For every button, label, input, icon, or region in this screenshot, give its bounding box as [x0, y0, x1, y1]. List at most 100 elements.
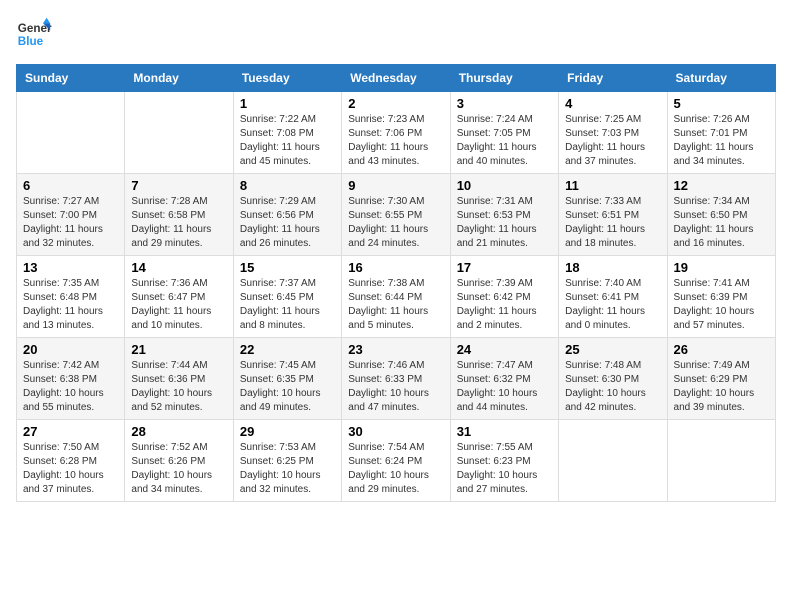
- day-number: 2: [348, 96, 443, 111]
- calendar-cell: 21 Sunrise: 7:44 AMSunset: 6:36 PMDaylig…: [125, 338, 233, 420]
- calendar-cell: 3 Sunrise: 7:24 AMSunset: 7:05 PMDayligh…: [450, 92, 558, 174]
- day-info: Sunrise: 7:47 AMSunset: 6:32 PMDaylight:…: [457, 359, 552, 415]
- day-number: 3: [457, 96, 552, 111]
- calendar-cell: 26 Sunrise: 7:49 AMSunset: 6:29 PMDaylig…: [667, 338, 775, 420]
- day-info: Sunrise: 7:25 AMSunset: 7:03 PMDaylight:…: [565, 113, 660, 169]
- day-info: Sunrise: 7:27 AMSunset: 7:00 PMDaylight:…: [23, 195, 118, 251]
- calendar-cell: [17, 92, 125, 174]
- day-info: Sunrise: 7:53 AMSunset: 6:25 PMDaylight:…: [240, 441, 335, 497]
- day-number: 6: [23, 178, 118, 193]
- day-info: Sunrise: 7:33 AMSunset: 6:51 PMDaylight:…: [565, 195, 660, 251]
- day-info: Sunrise: 7:24 AMSunset: 7:05 PMDaylight:…: [457, 113, 552, 169]
- calendar-cell: 20 Sunrise: 7:42 AMSunset: 6:38 PMDaylig…: [17, 338, 125, 420]
- calendar-table: SundayMondayTuesdayWednesdayThursdayFrid…: [16, 64, 776, 502]
- logo-icon: General Blue: [16, 16, 52, 52]
- calendar-cell: 2 Sunrise: 7:23 AMSunset: 7:06 PMDayligh…: [342, 92, 450, 174]
- day-info: Sunrise: 7:40 AMSunset: 6:41 PMDaylight:…: [565, 277, 660, 333]
- calendar-cell: 23 Sunrise: 7:46 AMSunset: 6:33 PMDaylig…: [342, 338, 450, 420]
- day-number: 5: [674, 96, 769, 111]
- day-info: Sunrise: 7:39 AMSunset: 6:42 PMDaylight:…: [457, 277, 552, 333]
- day-header-sunday: Sunday: [17, 65, 125, 92]
- calendar-cell: 6 Sunrise: 7:27 AMSunset: 7:00 PMDayligh…: [17, 174, 125, 256]
- day-info: Sunrise: 7:52 AMSunset: 6:26 PMDaylight:…: [131, 441, 226, 497]
- calendar-cell: 24 Sunrise: 7:47 AMSunset: 6:32 PMDaylig…: [450, 338, 558, 420]
- day-header-saturday: Saturday: [667, 65, 775, 92]
- day-number: 11: [565, 178, 660, 193]
- day-info: Sunrise: 7:42 AMSunset: 6:38 PMDaylight:…: [23, 359, 118, 415]
- day-number: 1: [240, 96, 335, 111]
- day-info: Sunrise: 7:44 AMSunset: 6:36 PMDaylight:…: [131, 359, 226, 415]
- day-info: Sunrise: 7:46 AMSunset: 6:33 PMDaylight:…: [348, 359, 443, 415]
- days-header-row: SundayMondayTuesdayWednesdayThursdayFrid…: [17, 65, 776, 92]
- calendar-week-2: 6 Sunrise: 7:27 AMSunset: 7:00 PMDayligh…: [17, 174, 776, 256]
- calendar-cell: 16 Sunrise: 7:38 AMSunset: 6:44 PMDaylig…: [342, 256, 450, 338]
- day-number: 16: [348, 260, 443, 275]
- calendar-cell: 19 Sunrise: 7:41 AMSunset: 6:39 PMDaylig…: [667, 256, 775, 338]
- day-number: 24: [457, 342, 552, 357]
- calendar-week-1: 1 Sunrise: 7:22 AMSunset: 7:08 PMDayligh…: [17, 92, 776, 174]
- calendar-cell: 29 Sunrise: 7:53 AMSunset: 6:25 PMDaylig…: [233, 420, 341, 502]
- calendar-cell: 14 Sunrise: 7:36 AMSunset: 6:47 PMDaylig…: [125, 256, 233, 338]
- day-info: Sunrise: 7:55 AMSunset: 6:23 PMDaylight:…: [457, 441, 552, 497]
- logo: General Blue: [16, 16, 52, 52]
- day-info: Sunrise: 7:31 AMSunset: 6:53 PMDaylight:…: [457, 195, 552, 251]
- day-number: 25: [565, 342, 660, 357]
- calendar-cell: [667, 420, 775, 502]
- day-number: 15: [240, 260, 335, 275]
- day-info: Sunrise: 7:45 AMSunset: 6:35 PMDaylight:…: [240, 359, 335, 415]
- calendar-week-5: 27 Sunrise: 7:50 AMSunset: 6:28 PMDaylig…: [17, 420, 776, 502]
- day-number: 30: [348, 424, 443, 439]
- day-info: Sunrise: 7:22 AMSunset: 7:08 PMDaylight:…: [240, 113, 335, 169]
- day-number: 14: [131, 260, 226, 275]
- day-info: Sunrise: 7:49 AMSunset: 6:29 PMDaylight:…: [674, 359, 769, 415]
- day-number: 27: [23, 424, 118, 439]
- day-number: 19: [674, 260, 769, 275]
- day-info: Sunrise: 7:30 AMSunset: 6:55 PMDaylight:…: [348, 195, 443, 251]
- day-info: Sunrise: 7:36 AMSunset: 6:47 PMDaylight:…: [131, 277, 226, 333]
- day-info: Sunrise: 7:26 AMSunset: 7:01 PMDaylight:…: [674, 113, 769, 169]
- calendar-cell: 27 Sunrise: 7:50 AMSunset: 6:28 PMDaylig…: [17, 420, 125, 502]
- calendar-cell: 5 Sunrise: 7:26 AMSunset: 7:01 PMDayligh…: [667, 92, 775, 174]
- day-number: 7: [131, 178, 226, 193]
- day-info: Sunrise: 7:54 AMSunset: 6:24 PMDaylight:…: [348, 441, 443, 497]
- day-number: 28: [131, 424, 226, 439]
- day-number: 10: [457, 178, 552, 193]
- calendar-cell: 13 Sunrise: 7:35 AMSunset: 6:48 PMDaylig…: [17, 256, 125, 338]
- calendar-cell: 28 Sunrise: 7:52 AMSunset: 6:26 PMDaylig…: [125, 420, 233, 502]
- day-info: Sunrise: 7:23 AMSunset: 7:06 PMDaylight:…: [348, 113, 443, 169]
- page-header: General Blue: [16, 16, 776, 52]
- day-header-wednesday: Wednesday: [342, 65, 450, 92]
- calendar-cell: [559, 420, 667, 502]
- day-header-monday: Monday: [125, 65, 233, 92]
- day-number: 29: [240, 424, 335, 439]
- calendar-cell: 12 Sunrise: 7:34 AMSunset: 6:50 PMDaylig…: [667, 174, 775, 256]
- calendar-week-4: 20 Sunrise: 7:42 AMSunset: 6:38 PMDaylig…: [17, 338, 776, 420]
- calendar-cell: 25 Sunrise: 7:48 AMSunset: 6:30 PMDaylig…: [559, 338, 667, 420]
- day-info: Sunrise: 7:50 AMSunset: 6:28 PMDaylight:…: [23, 441, 118, 497]
- day-number: 12: [674, 178, 769, 193]
- calendar-cell: 15 Sunrise: 7:37 AMSunset: 6:45 PMDaylig…: [233, 256, 341, 338]
- day-number: 21: [131, 342, 226, 357]
- calendar-cell: 22 Sunrise: 7:45 AMSunset: 6:35 PMDaylig…: [233, 338, 341, 420]
- calendar-cell: 31 Sunrise: 7:55 AMSunset: 6:23 PMDaylig…: [450, 420, 558, 502]
- calendar-cell: 9 Sunrise: 7:30 AMSunset: 6:55 PMDayligh…: [342, 174, 450, 256]
- day-number: 26: [674, 342, 769, 357]
- calendar-cell: 1 Sunrise: 7:22 AMSunset: 7:08 PMDayligh…: [233, 92, 341, 174]
- calendar-cell: 11 Sunrise: 7:33 AMSunset: 6:51 PMDaylig…: [559, 174, 667, 256]
- calendar-cell: 30 Sunrise: 7:54 AMSunset: 6:24 PMDaylig…: [342, 420, 450, 502]
- day-number: 13: [23, 260, 118, 275]
- day-info: Sunrise: 7:29 AMSunset: 6:56 PMDaylight:…: [240, 195, 335, 251]
- day-info: Sunrise: 7:28 AMSunset: 6:58 PMDaylight:…: [131, 195, 226, 251]
- calendar-cell: 8 Sunrise: 7:29 AMSunset: 6:56 PMDayligh…: [233, 174, 341, 256]
- calendar-cell: 10 Sunrise: 7:31 AMSunset: 6:53 PMDaylig…: [450, 174, 558, 256]
- day-number: 23: [348, 342, 443, 357]
- day-info: Sunrise: 7:41 AMSunset: 6:39 PMDaylight:…: [674, 277, 769, 333]
- day-number: 4: [565, 96, 660, 111]
- day-number: 18: [565, 260, 660, 275]
- day-header-thursday: Thursday: [450, 65, 558, 92]
- day-number: 20: [23, 342, 118, 357]
- calendar-cell: 4 Sunrise: 7:25 AMSunset: 7:03 PMDayligh…: [559, 92, 667, 174]
- calendar-cell: 17 Sunrise: 7:39 AMSunset: 6:42 PMDaylig…: [450, 256, 558, 338]
- day-info: Sunrise: 7:35 AMSunset: 6:48 PMDaylight:…: [23, 277, 118, 333]
- day-info: Sunrise: 7:37 AMSunset: 6:45 PMDaylight:…: [240, 277, 335, 333]
